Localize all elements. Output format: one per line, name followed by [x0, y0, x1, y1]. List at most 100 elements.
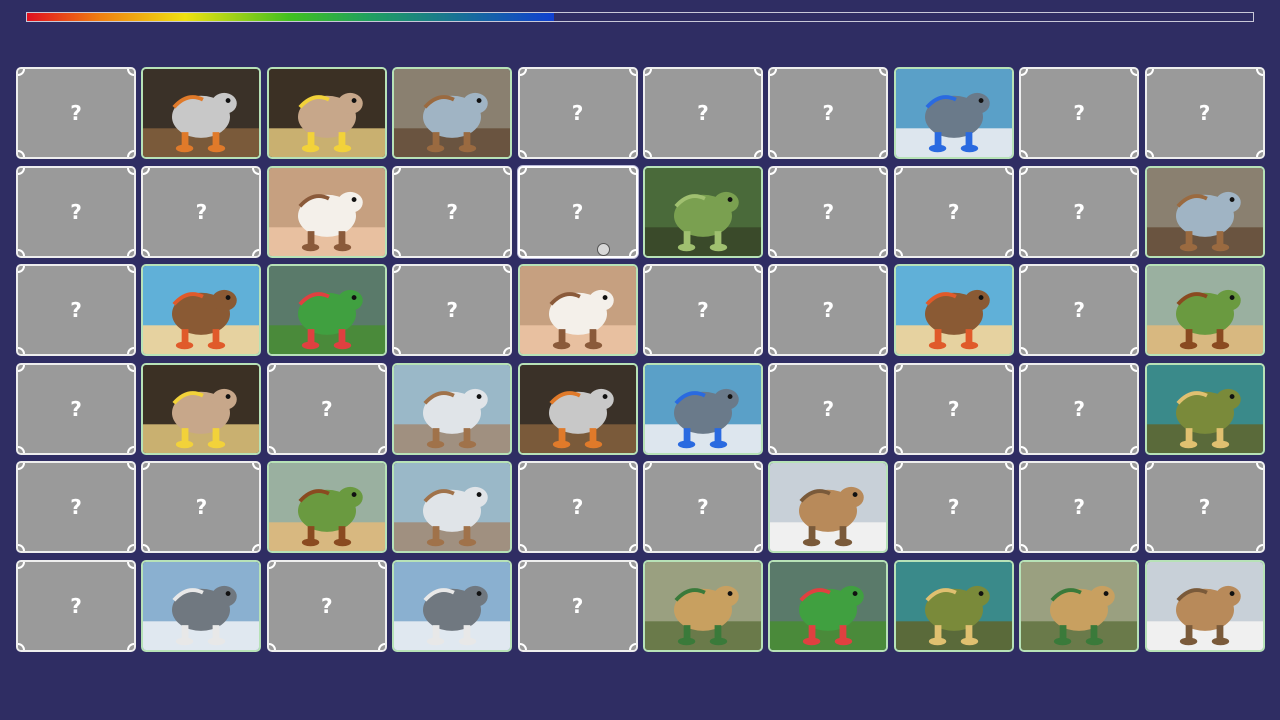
hidden-card[interactable]: ?	[768, 362, 889, 455]
hidden-card[interactable]: ?	[392, 165, 513, 258]
hidden-card[interactable]: ?	[16, 67, 136, 159]
revealed-card-potato-feet[interactable]	[1144, 559, 1265, 652]
hidden-card[interactable]: ?	[517, 67, 638, 159]
revealed-card-fridge-camel[interactable]	[392, 362, 513, 455]
question-mark-label: ?	[1073, 199, 1085, 224]
corner-circle-icon	[127, 445, 134, 453]
tree-crocodile-illustration	[644, 167, 761, 256]
hidden-card[interactable]: ?	[642, 264, 763, 357]
revealed-card-camel-car[interactable]	[392, 67, 513, 159]
hidden-card[interactable]: ?	[1019, 461, 1140, 554]
hidden-card[interactable]: ?	[266, 559, 387, 652]
revealed-card-fish-frog[interactable]	[1144, 362, 1265, 455]
question-mark-label: ?	[697, 298, 709, 323]
question-mark-label: ?	[70, 495, 82, 520]
hidden-card[interactable]: ?	[16, 264, 136, 357]
hidden-card[interactable]: ?	[893, 165, 1014, 258]
revealed-card-coconut-crab[interactable]	[141, 264, 262, 357]
revealed-card-monkey-banana[interactable]	[141, 362, 262, 455]
corner-circle-icon	[503, 167, 511, 175]
revealed-card-potato-tractor[interactable]	[642, 559, 763, 652]
corner-circle-icon	[1146, 544, 1154, 552]
revealed-card-shark-sneakers[interactable]	[642, 362, 763, 455]
revealed-card-robot-rhino[interactable]	[517, 362, 638, 455]
revealed-card-cactus-camel[interactable]	[266, 461, 387, 554]
corner-circle-icon	[252, 248, 260, 256]
hidden-card[interactable]: ?	[893, 362, 1014, 455]
corner-circle-icon	[753, 150, 761, 157]
corner-circle-icon	[519, 150, 527, 157]
corner-circle-icon	[753, 347, 761, 355]
question-mark-label: ?	[947, 396, 960, 421]
revealed-card-crocodile-plane[interactable]	[392, 559, 513, 652]
hidden-card[interactable]: ?	[1019, 67, 1140, 159]
question-mark-label: ?	[446, 298, 458, 323]
revealed-card-shark-sneakers[interactable]	[893, 67, 1014, 159]
corner-circle-icon	[1255, 150, 1263, 157]
hidden-card[interactable]: ?	[642, 67, 763, 159]
hidden-card[interactable]: ?	[768, 165, 889, 258]
corner-circle-icon	[1130, 150, 1138, 157]
hidden-card[interactable]: ?	[642, 461, 763, 554]
hidden-card[interactable]: ?	[768, 67, 889, 159]
question-mark-label: ?	[697, 495, 709, 520]
question-mark-label: ?	[1198, 495, 1211, 520]
hidden-card[interactable]: ?	[517, 461, 638, 554]
hidden-card[interactable]: ?	[768, 264, 889, 357]
potato-tractor-illustration	[1021, 561, 1138, 650]
hidden-card[interactable]: ?	[1019, 165, 1140, 258]
coconut-crab-illustration	[143, 266, 260, 355]
revealed-card-robot-rhino[interactable]	[141, 67, 262, 159]
revealed-card-tree-crocodile[interactable]	[642, 165, 763, 258]
potato-feet-illustration	[770, 463, 887, 552]
revealed-card-crocodile-plane[interactable]	[141, 559, 262, 652]
memory-card-grid: ?????????????????????????????????	[16, 67, 1265, 652]
corner-circle-icon	[753, 544, 761, 552]
revealed-card-coffee-cup-girl[interactable]	[266, 165, 387, 258]
hidden-card[interactable]: ?	[1144, 67, 1265, 159]
corner-circle-icon	[1004, 544, 1012, 552]
question-mark-label: ?	[1073, 298, 1085, 323]
coffee-cup-girl-illustration	[268, 167, 385, 256]
corner-circle-icon	[879, 445, 887, 453]
revealed-card-watermelon-crocodile[interactable]	[768, 559, 889, 652]
hidden-card[interactable]: ?	[893, 461, 1014, 554]
corner-circle-icon	[127, 248, 134, 256]
hidden-card[interactable]: ?	[141, 165, 262, 258]
revealed-card-coffee-cup-girl[interactable]	[517, 264, 638, 357]
hidden-card[interactable]: ?	[266, 362, 387, 455]
revealed-card-potato-tractor[interactable]	[1019, 559, 1140, 652]
shark-sneakers-illustration	[895, 69, 1012, 157]
hidden-card[interactable]: ?	[392, 264, 513, 357]
hidden-card[interactable]: ?	[141, 461, 262, 554]
hidden-card[interactable]: ?	[517, 165, 638, 258]
revealed-card-fish-frog[interactable]	[893, 559, 1014, 652]
question-mark-label: ?	[822, 396, 835, 421]
hidden-card[interactable]: ?	[16, 559, 136, 652]
corner-circle-icon	[377, 642, 385, 650]
question-mark-label: ?	[195, 495, 208, 520]
corner-circle-icon	[252, 544, 260, 552]
revealed-card-cactus-camel[interactable]	[1144, 264, 1265, 357]
corner-circle-icon	[127, 642, 134, 650]
watermelon-crocodile-illustration	[770, 561, 887, 650]
revealed-card-fridge-camel[interactable]	[392, 461, 513, 554]
potato-feet-illustration	[1146, 561, 1263, 650]
hidden-card[interactable]: ?	[1019, 362, 1140, 455]
hidden-card[interactable]: ?	[16, 165, 136, 258]
revealed-card-coconut-crab[interactable]	[893, 264, 1014, 357]
corner-circle-icon	[895, 544, 903, 552]
hidden-card[interactable]: ?	[1019, 264, 1140, 357]
question-mark-label: ?	[1073, 101, 1085, 125]
hidden-card[interactable]: ?	[16, 461, 136, 554]
hidden-card[interactable]: ?	[16, 362, 136, 455]
hidden-card[interactable]: ?	[1144, 461, 1265, 554]
revealed-card-monkey-banana[interactable]	[266, 67, 387, 159]
cactus-camel-illustration	[268, 463, 385, 552]
revealed-card-potato-feet[interactable]	[768, 461, 889, 554]
revealed-card-camel-car[interactable]	[1144, 165, 1265, 258]
corner-circle-icon	[377, 445, 385, 453]
revealed-card-watermelon-crocodile[interactable]	[266, 264, 387, 357]
corner-circle-icon	[503, 248, 511, 256]
hidden-card[interactable]: ?	[517, 559, 638, 652]
